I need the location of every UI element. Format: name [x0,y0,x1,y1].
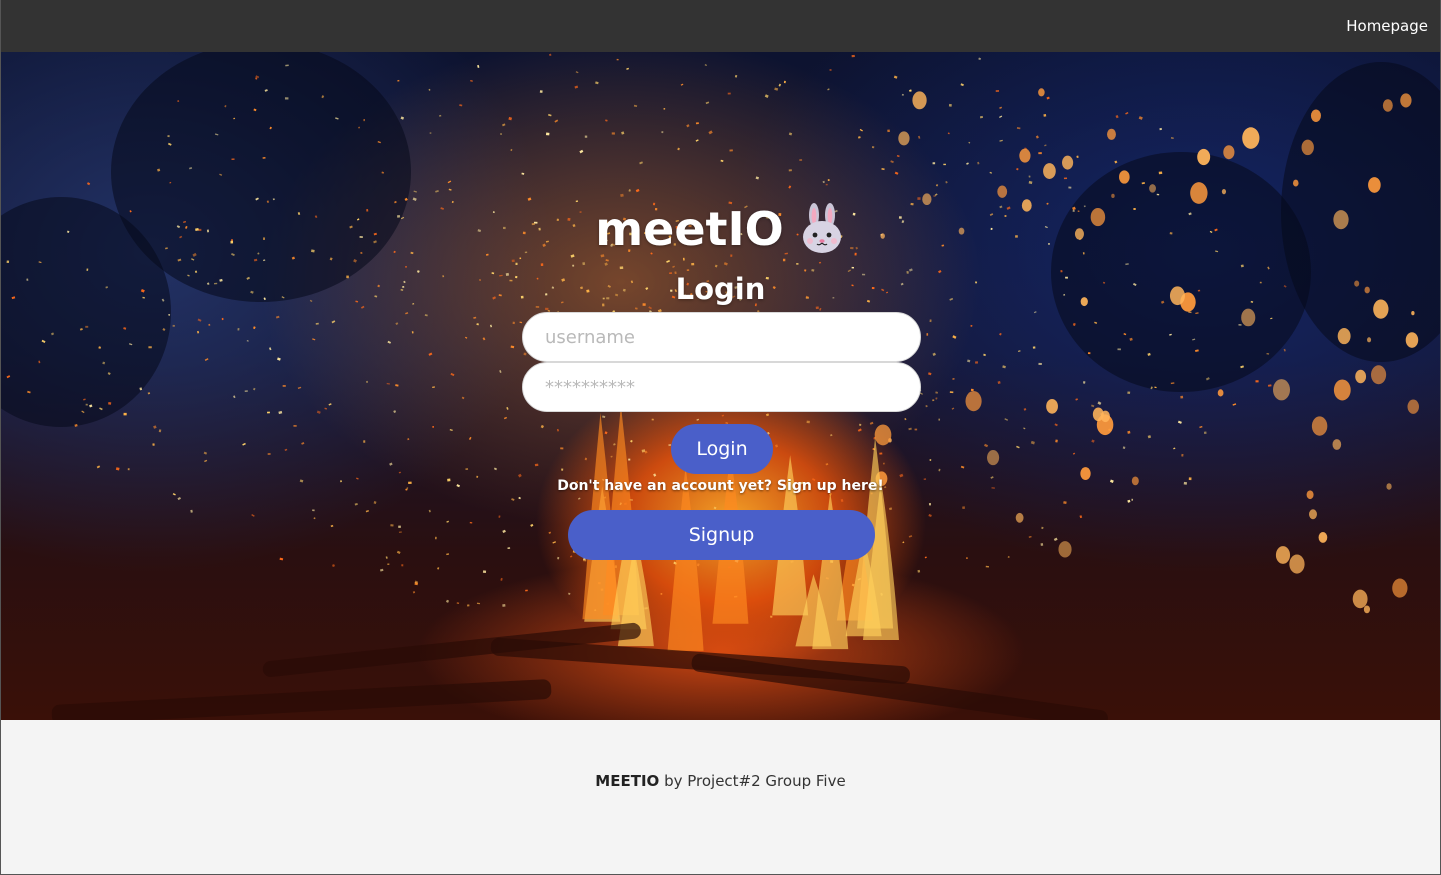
brand-header: meetIO [1,202,1440,256]
footer-credit: by Project#2 Group Five [664,772,846,790]
brand-title: meetIO [595,202,784,256]
brand-title-row: meetIO [595,202,846,256]
hero-background: meetIO Login Login Don' [1,52,1440,720]
rabbit-face-icon [802,203,841,253]
page: Homepage meetIO Login username Login Don… [0,0,1441,875]
password-input[interactable] [522,362,921,412]
username-input[interactable] [522,312,921,362]
homepage-link[interactable]: Homepage [1346,17,1428,35]
footer-text: MEETIO by Project#2 Group Five [595,772,846,874]
signup-prompt-text: Don't have an account yet? Sign up here! [557,478,884,494]
top-navbar: Homepage [1,0,1440,52]
login-heading: Login [675,272,766,306]
footer-brand: MEETIO [595,772,660,790]
login-button[interactable]: Login [671,424,773,474]
signup-button[interactable]: Signup [568,510,875,560]
footer: MEETIO by Project#2 Group Five [1,720,1440,874]
